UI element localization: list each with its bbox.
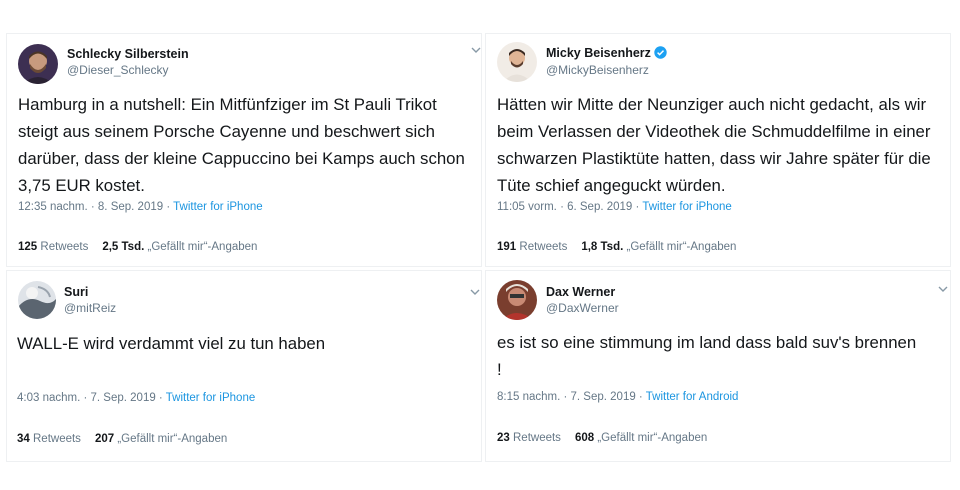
tweet-meta: 11:05 vorm. · 6. Sep. 2019 · Twitter for… — [497, 201, 732, 213]
retweet-label[interactable]: Retweets — [33, 433, 81, 445]
verified-badge-icon — [654, 46, 667, 62]
tweet-source-link[interactable]: Twitter for iPhone — [173, 201, 262, 213]
tweet-card[interactable]: Suri @mitReiz WALL-E wird verdammt viel … — [6, 270, 482, 462]
display-name-text[interactable]: Micky Beisenherz — [546, 46, 651, 60]
tweet-text: Hamburg in a nutshell: Ein Mitfünfziger … — [18, 95, 465, 195]
like-count[interactable]: 608 — [575, 432, 594, 444]
retweet-count[interactable]: 125 — [18, 241, 37, 253]
user-handle[interactable]: @Dieser_Schlecky — [67, 63, 169, 77]
user-handle[interactable]: @mitReiz — [64, 301, 116, 315]
tweet-source-link[interactable]: Twitter for iPhone — [166, 392, 255, 404]
tweet-text: es ist so eine stimmung im land dass bal… — [497, 333, 917, 379]
tweet-stats: 125 Retweets 2,5 Tsd. „Gefällt mir“-Angab… — [18, 241, 257, 253]
retweet-label[interactable]: Retweets — [513, 432, 561, 444]
tweet-meta: 8:15 nachm. · 7. Sep. 2019 · Twitter for… — [497, 391, 738, 403]
tweet-timestamp[interactable]: 4:03 nachm. · 7. Sep. 2019 · — [17, 392, 166, 404]
tweet-stats: 34 Retweets 207 „Gefällt mir“-Angaben — [17, 433, 227, 445]
display-name[interactable]: Schlecky Silberstein — [67, 47, 189, 61]
avatar[interactable] — [497, 42, 537, 82]
avatar[interactable] — [18, 281, 56, 319]
retweet-label[interactable]: Retweets — [519, 241, 567, 253]
retweet-count[interactable]: 23 — [497, 432, 510, 444]
tweet-timestamp[interactable]: 8:15 nachm. · 7. Sep. 2019 · — [497, 391, 646, 403]
like-label[interactable]: „Gefällt mir“-Angaben — [627, 241, 737, 253]
like-count[interactable]: 207 — [95, 433, 114, 445]
tweet-source-link[interactable]: Twitter for Android — [646, 391, 739, 403]
tweet-meta: 12:35 nachm. · 8. Sep. 2019 · Twitter fo… — [18, 201, 263, 213]
like-label[interactable]: „Gefällt mir“-Angaben — [117, 433, 227, 445]
tweet-timestamp[interactable]: 12:35 nachm. · 8. Sep. 2019 · — [18, 201, 173, 213]
user-handle[interactable]: @DaxWerner — [546, 301, 619, 315]
tweet-card[interactable]: Schlecky Silberstein @Dieser_Schlecky Ha… — [6, 33, 482, 267]
like-count[interactable]: 1,8 Tsd. — [581, 241, 623, 253]
avatar[interactable] — [18, 44, 58, 84]
retweet-label[interactable]: Retweets — [40, 241, 88, 253]
tweet-source-link[interactable]: Twitter for iPhone — [642, 201, 731, 213]
display-name[interactable]: Micky Beisenherz — [546, 46, 667, 62]
tweet-card[interactable]: Dax Werner @DaxWerner es ist so eine sti… — [485, 270, 951, 462]
retweet-count[interactable]: 191 — [497, 241, 516, 253]
tweet-card[interactable]: Micky Beisenherz @MickyBeisenherz Hätten… — [485, 33, 951, 267]
avatar[interactable] — [497, 280, 537, 320]
tweet-timestamp[interactable]: 11:05 vorm. · 6. Sep. 2019 · — [497, 201, 642, 213]
chevron-down-icon[interactable] — [470, 288, 480, 299]
like-label[interactable]: „Gefällt mir“-Angaben — [597, 432, 707, 444]
retweet-count[interactable]: 34 — [17, 433, 30, 445]
user-handle[interactable]: @MickyBeisenherz — [546, 63, 649, 77]
tweet-stats: 191 Retweets 1,8 Tsd. „Gefällt mir“-Angab… — [497, 241, 736, 253]
display-name[interactable]: Dax Werner — [546, 285, 615, 299]
tweet-stats: 23 Retweets 608 „Gefällt mir“-Angaben — [497, 432, 707, 444]
chevron-down-icon[interactable] — [938, 285, 948, 296]
like-label[interactable]: „Gefällt mir“-Angaben — [148, 241, 258, 253]
like-count[interactable]: 2,5 Tsd. — [102, 241, 144, 253]
display-name[interactable]: Suri — [64, 285, 88, 299]
tweet-text: WALL-E wird verdammt viel zu tun haben — [17, 334, 326, 353]
tweet-meta: 4:03 nachm. · 7. Sep. 2019 · Twitter for… — [17, 392, 255, 404]
tweet-text: Hätten wir Mitte der Neunziger auch nich… — [497, 95, 931, 195]
chevron-down-icon[interactable] — [471, 46, 481, 57]
